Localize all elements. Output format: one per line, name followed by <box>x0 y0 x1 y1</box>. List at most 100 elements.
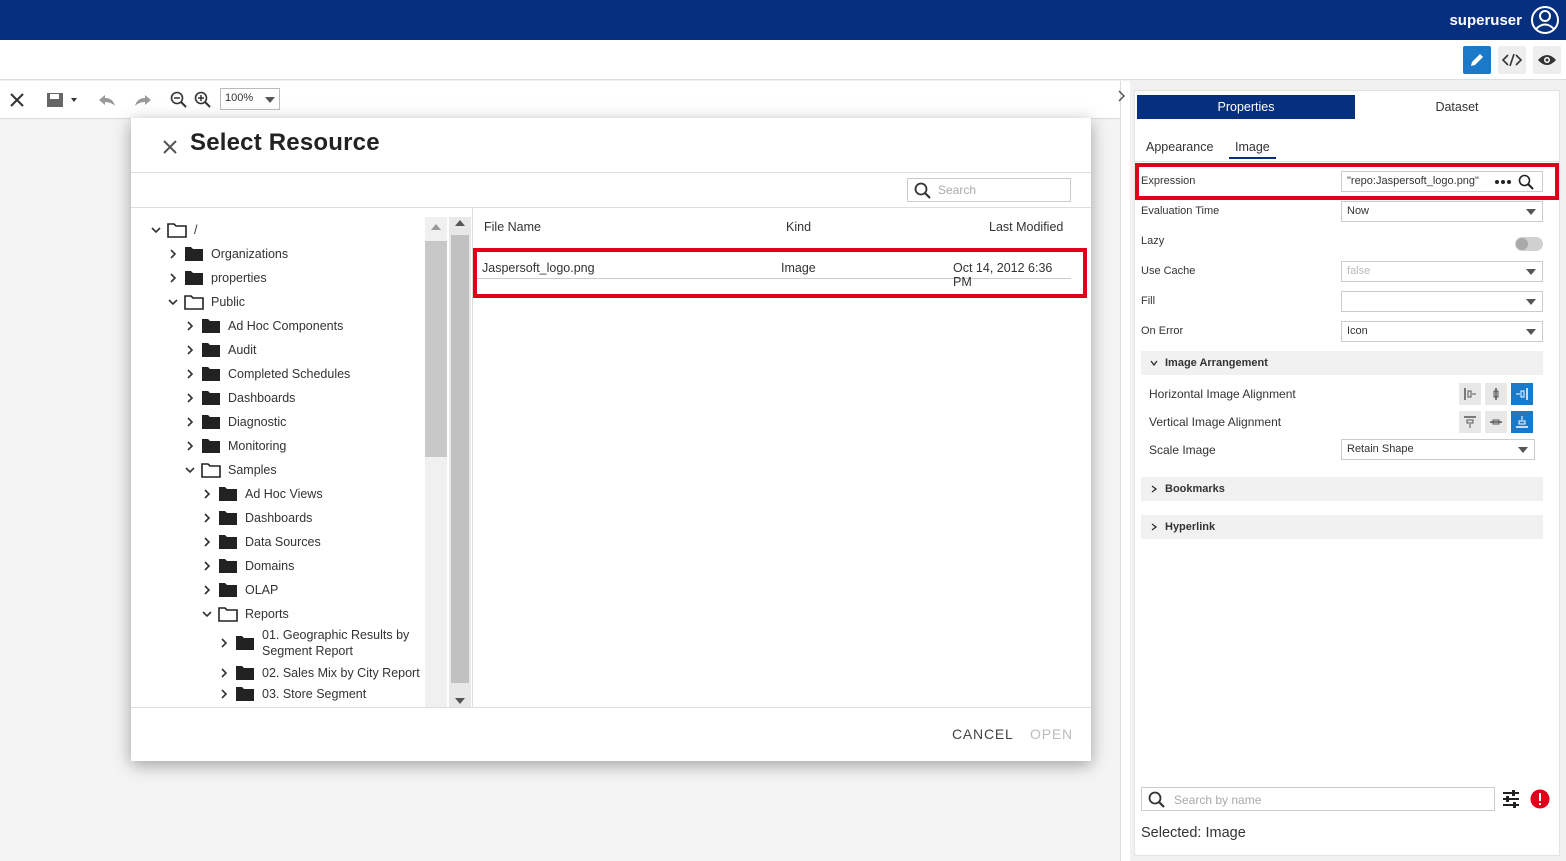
table-row[interactable]: Jaspersoft_logo.png Image Oct 14, 2012 6… <box>477 251 1071 289</box>
undo-button[interactable] <box>96 89 118 111</box>
align-right-button[interactable] <box>1511 383 1533 405</box>
folder-icon <box>202 391 220 405</box>
tree-item[interactable]: Dashboards <box>183 387 295 409</box>
zoom-in-button[interactable] <box>192 89 214 111</box>
property-search[interactable] <box>1141 787 1495 811</box>
zoom-value: 100% <box>225 92 254 104</box>
tree-item[interactable]: Domains <box>200 555 294 577</box>
lazy-toggle[interactable] <box>1515 237 1543 251</box>
evaluation-time-label: Evaluation Time <box>1141 205 1220 217</box>
redo-button[interactable] <box>132 89 154 111</box>
fill-select[interactable] <box>1341 291 1543 312</box>
properties-panel: Properties Dataset Appearance Image Expr… <box>1134 90 1561 856</box>
tree-item[interactable]: Audit <box>183 339 257 361</box>
tab-dataset[interactable]: Dataset <box>1357 95 1557 119</box>
more-icon[interactable] <box>1494 179 1512 185</box>
align-top-button[interactable] <box>1459 411 1481 433</box>
align-right-icon <box>1516 388 1528 400</box>
folder-icon <box>219 559 237 573</box>
zoom-select[interactable]: 100% <box>220 88 280 110</box>
chevron-right-icon <box>204 513 211 523</box>
chevron-down-icon <box>185 467 195 474</box>
column-file-name[interactable]: File Name <box>484 220 541 234</box>
resource-search-input[interactable] <box>936 181 1066 199</box>
tree-item[interactable]: Data Sources <box>200 531 321 553</box>
chevron-down-icon <box>202 611 212 618</box>
folder-icon <box>236 666 254 680</box>
align-left-icon <box>1464 388 1476 400</box>
evaluation-time-select[interactable]: Now <box>1341 201 1543 222</box>
tab-properties[interactable]: Properties <box>1137 95 1355 119</box>
resource-search[interactable] <box>907 178 1071 202</box>
align-middle-button[interactable] <box>1485 411 1507 433</box>
file-modified-cell: Oct 14, 2012 6:36 PM <box>953 261 1053 289</box>
subtab-appearance[interactable]: Appearance <box>1146 140 1213 154</box>
zoom-out-button[interactable] <box>168 89 190 111</box>
align-top-icon <box>1464 416 1476 428</box>
source-mode-button[interactable] <box>1498 46 1526 74</box>
column-last-modified[interactable]: Last Modified <box>989 220 1063 234</box>
align-left-button[interactable] <box>1459 383 1481 405</box>
folder-open-icon <box>201 463 221 478</box>
image-arrangement-section[interactable]: Image Arrangement <box>1141 351 1543 375</box>
close-icon <box>10 93 24 107</box>
error-icon[interactable] <box>1530 789 1550 809</box>
pane-scrollbar[interactable] <box>449 217 471 707</box>
tree-item[interactable]: OLAP <box>200 579 278 601</box>
open-button[interactable]: OPEN <box>1030 726 1073 742</box>
hyperlink-section[interactable]: Hyperlink <box>1141 515 1543 539</box>
folder-open-icon <box>184 295 204 310</box>
design-mode-button[interactable] <box>1463 46 1491 74</box>
close-button[interactable] <box>6 89 28 111</box>
property-search-input[interactable] <box>1172 791 1482 808</box>
preview-mode-button[interactable] <box>1533 46 1561 74</box>
tree-item[interactable]: Organizations <box>166 243 288 265</box>
tree-item[interactable]: 03. Store Segment <box>217 683 366 705</box>
username[interactable]: superuser <box>1449 12 1522 29</box>
tree-item-root[interactable]: / <box>149 219 197 241</box>
tree-item[interactable]: Monitoring <box>183 435 286 457</box>
cancel-button[interactable]: CANCEL <box>952 726 1014 742</box>
toggle-knob <box>1516 238 1528 250</box>
divider <box>131 172 1091 173</box>
filter-settings-icon[interactable] <box>1501 789 1521 809</box>
expression-value: "repo:Jaspersoft_logo.png" <box>1347 175 1479 187</box>
save-button[interactable] <box>42 89 80 111</box>
scale-image-select[interactable]: Retain Shape <box>1341 439 1535 460</box>
expression-field[interactable]: "repo:Jaspersoft_logo.png" <box>1341 171 1543 192</box>
tree-item[interactable]: Ad Hoc Views <box>200 483 323 505</box>
tree-scroll-thumb[interactable] <box>425 241 447 457</box>
vertical-alignment-label: Vertical Image Alignment <box>1149 415 1282 429</box>
align-center-button[interactable] <box>1485 383 1507 405</box>
chevron-right-icon <box>187 441 194 451</box>
user-avatar-icon[interactable] <box>1530 5 1560 35</box>
subtab-image[interactable]: Image <box>1229 140 1276 159</box>
tree-item[interactable]: Ad Hoc Components <box>183 315 343 337</box>
tree-item[interactable]: Completed Schedules <box>183 363 350 385</box>
panel-collapse-strip[interactable] <box>1118 81 1130 861</box>
close-dialog-icon[interactable] <box>161 138 179 156</box>
align-bottom-button[interactable] <box>1511 411 1533 433</box>
tree-item[interactable]: 01. Geographic Results by Segment Report <box>217 625 412 661</box>
column-kind[interactable]: Kind <box>786 220 811 234</box>
use-cache-select[interactable]: false <box>1341 261 1543 282</box>
chevron-right-icon <box>204 489 211 499</box>
tree-item[interactable]: properties <box>166 267 267 289</box>
on-error-label: On Error <box>1141 325 1184 337</box>
search-icon[interactable] <box>1518 174 1534 190</box>
tree-item[interactable]: 02. Sales Mix by City Report <box>217 662 420 684</box>
chevron-right-icon <box>187 345 194 355</box>
bookmarks-section[interactable]: Bookmarks <box>1141 477 1543 501</box>
tree-scrollbar[interactable] <box>425 217 447 707</box>
on-error-select[interactable]: Icon <box>1341 321 1543 342</box>
save-icon <box>47 93 77 107</box>
tree-item[interactable]: Public <box>166 291 245 313</box>
tree-item[interactable]: Reports <box>200 603 289 625</box>
pane-scroll-thumb[interactable] <box>451 235 469 683</box>
chevron-right-icon <box>1151 485 1158 493</box>
tree-item[interactable]: Diagnostic <box>183 411 286 433</box>
tree-item[interactable]: Samples <box>183 459 277 481</box>
chevron-right-icon <box>187 417 194 427</box>
tree-item[interactable]: Dashboards <box>200 507 312 529</box>
chevron-right-icon <box>204 561 211 571</box>
